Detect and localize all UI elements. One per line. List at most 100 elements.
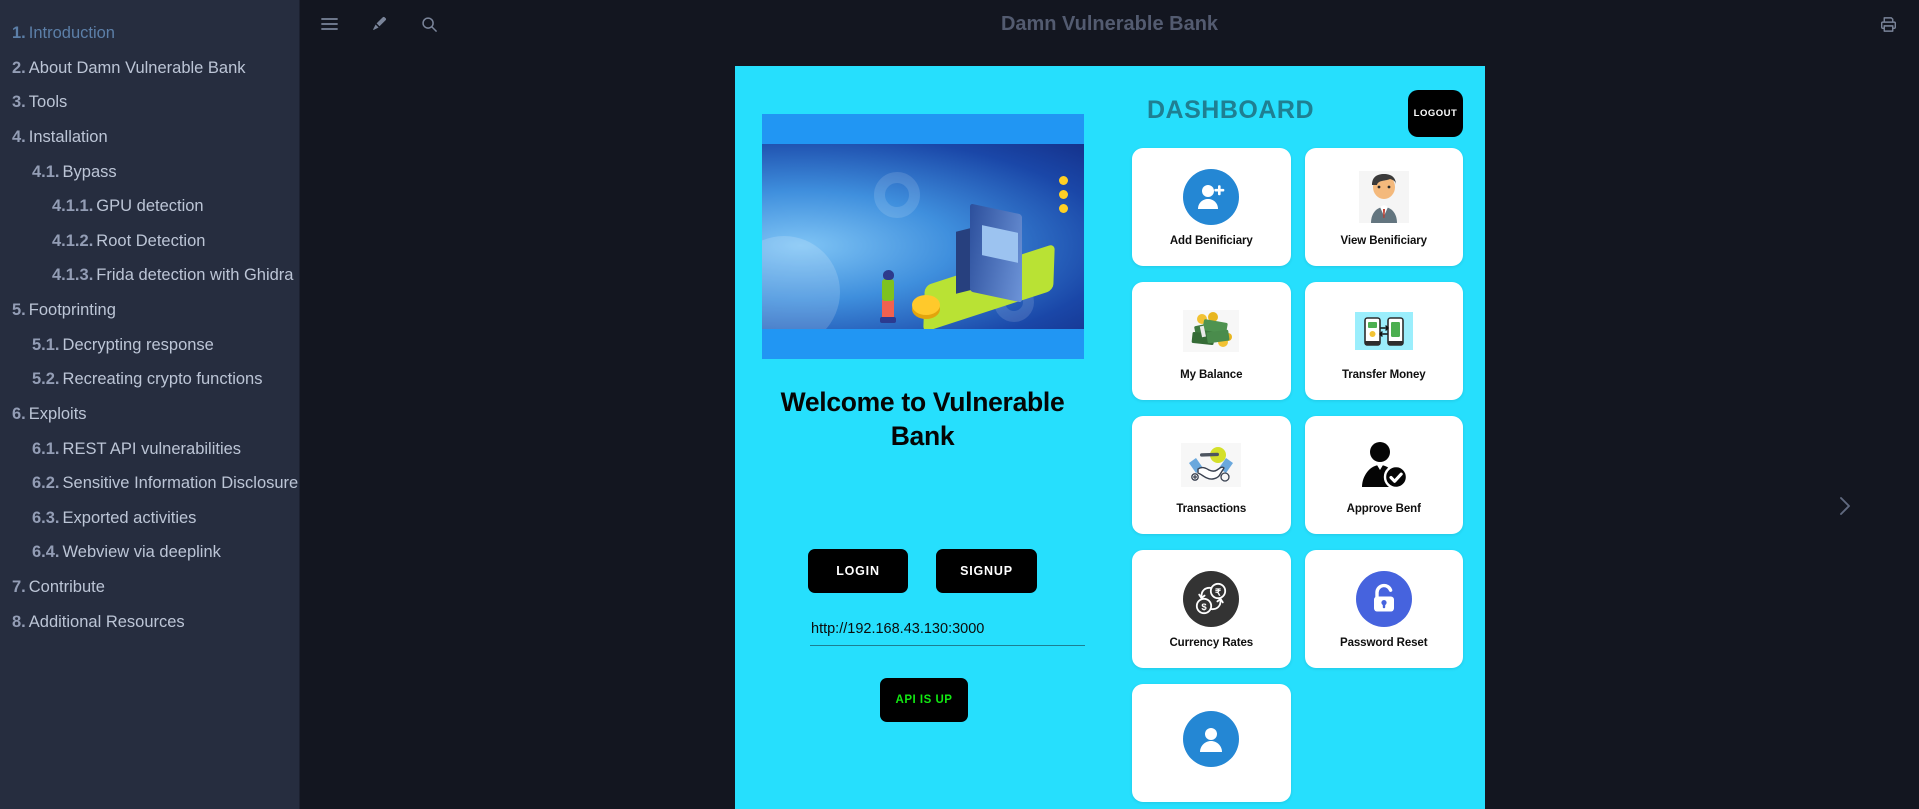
sidebar-item-root-detection[interactable]: 4.1.2. Root Detection <box>0 224 299 259</box>
sidebar-item-label: Webview via deeplink <box>62 543 221 562</box>
auth-button-row: LOGIN SIGNUP <box>735 549 1110 593</box>
card-transactions[interactable]: Transactions <box>1132 416 1291 534</box>
card-view-benificiary[interactable]: View Benificiary <box>1304 148 1463 266</box>
decor-blob <box>762 236 840 329</box>
sidebar-item-label: Installation <box>28 127 108 146</box>
sidebar-item-number: 7. <box>12 578 26 596</box>
page-title: Damn Vulnerable Bank <box>1000 13 1219 35</box>
api-url-field-wrapper <box>810 619 1085 646</box>
person-head <box>883 270 894 280</box>
profile-icon <box>1181 709 1241 769</box>
sidebar-item-footprinting[interactable]: 5. Footprinting <box>0 293 299 328</box>
print-icon[interactable] <box>1873 9 1903 39</box>
sidebar-item-number: 6.2. <box>32 474 60 493</box>
sidebar-item-label: Exploits <box>28 404 87 423</box>
next-chapter-arrow[interactable] <box>1825 486 1865 526</box>
search-icon[interactable] <box>414 9 444 39</box>
card-label: My Balance <box>1180 369 1243 381</box>
sidebar-item-label: Introduction <box>28 24 115 42</box>
sidebar-item-number: 4.1.2. <box>52 231 94 250</box>
handshake-icon <box>1181 435 1242 495</box>
card-label: Approve Benf <box>1346 503 1421 515</box>
sidebar-chapter-list: 1. Introduction 2. About Damn Vulnerable Ba… <box>0 16 299 639</box>
sidebar-item-decrypting-response[interactable]: 5.1. Decrypting response <box>0 328 299 363</box>
signup-button[interactable]: SIGNUP <box>936 549 1037 593</box>
sidebar[interactable]: 1. Introduction 2. About Damn Vulnerable Ba… <box>0 0 300 809</box>
sidebar-item-number: 8. <box>12 612 26 631</box>
menu-bar: Damn Vulnerable Bank <box>300 0 1919 48</box>
person-shoes <box>880 317 896 323</box>
sidebar-item-about-damn-vulnerable-bank[interactable]: 2. About Damn Vulnerable Bank <box>0 51 299 86</box>
sidebar-item-contribute[interactable]: 7. Contribute <box>0 570 299 605</box>
card-label: Currency Rates <box>1169 637 1254 649</box>
sidebar-item-number: 4.1.3. <box>52 266 94 285</box>
sidebar-item-frida-detection-with-ghidra[interactable]: 4.1.3. Frida detection with Ghidra <box>0 258 299 293</box>
unlock-icon <box>1354 569 1414 629</box>
sidebar-item-number: 1. <box>12 24 26 42</box>
app-screenshots: Welcome to Vulnerable Bank LOGIN SIGNUP … <box>735 66 1485 809</box>
sidebar-item-rest-api-vulnerabilities[interactable]: 6.1. REST API vulnerabilities <box>0 432 299 467</box>
card-label: Transfer Money <box>1341 369 1426 381</box>
sidebar-item-bypass[interactable]: 4.1. Bypass <box>0 155 299 190</box>
sidebar-item-label: Decrypting response <box>62 335 214 354</box>
add-user-icon <box>1181 167 1241 227</box>
menu-bar-right-buttons <box>1873 9 1903 39</box>
currency-exchange-icon: ₹ $ <box>1181 569 1241 629</box>
sidebar-item-number: 4.1.1. <box>52 197 94 216</box>
card-add-benificiary[interactable]: Add Benificiary <box>1132 148 1291 266</box>
sidebar-item-tools[interactable]: 3. Tools <box>0 85 299 120</box>
sidebar-item-exported-activities[interactable]: 6.3. Exported activities <box>0 501 299 536</box>
sidebar-item-label: Recreating crypto functions <box>62 370 263 389</box>
card-label: Add Benificiary <box>1169 235 1253 247</box>
api-url-input[interactable] <box>810 619 1085 646</box>
sidebar-item-label: Tools <box>28 93 68 112</box>
sidebar-item-label: Footprinting <box>28 301 116 319</box>
sidebar-item-gpu-detection[interactable]: 4.1.1. GPU detection <box>0 189 299 224</box>
sidebar-item-number: 5.2. <box>32 370 60 389</box>
sidebar-item-label: Additional Resources <box>28 612 185 631</box>
money-stack-icon <box>1181 301 1241 361</box>
card-partial-bottom[interactable] <box>1132 684 1291 802</box>
sidebar-item-additional-resources[interactable]: 8. Additional Resources <box>0 605 299 640</box>
sidebar-item-label: REST API vulnerabilities <box>62 439 242 458</box>
sidebar-item-number: 3. <box>12 93 26 112</box>
sidebar-item-label: Contribute <box>28 578 105 596</box>
card-password-reset[interactable]: Password Reset <box>1304 550 1463 668</box>
sidebar-toggle-icon[interactable] <box>314 9 344 39</box>
decor-ring-1 <box>874 172 920 218</box>
sidebar-item-number: 4.1. <box>32 162 60 181</box>
page-wrapper: Damn Vulnerable Bank Welcome to Vulnerab… <box>300 0 1919 809</box>
card-currency-rates[interactable]: ₹ $ Currency Rates <box>1132 550 1291 668</box>
card-approve-benf[interactable]: Approve Benf <box>1304 416 1463 534</box>
sidebar-item-webview-via-deeplink[interactable]: 6.4. Webview via deeplink <box>0 535 299 570</box>
sidebar-item-recreating-crypto-functions[interactable]: 5.2. Recreating crypto functions <box>0 362 299 397</box>
gold-coin-icon <box>912 295 940 315</box>
sidebar-item-installation[interactable]: 4. Installation <box>0 120 299 155</box>
sidebar-item-number: 6.3. <box>32 508 60 527</box>
card-label: View Benificiary <box>1340 235 1428 247</box>
welcome-title: Welcome to Vulnerable Bank <box>780 387 1065 451</box>
sidebar-item-exploits[interactable]: 6. Exploits <box>0 397 299 432</box>
dashboard-title: DASHBOARD <box>1147 96 1314 124</box>
dashboard-header: DASHBOARD LOGOUT <box>1110 84 1485 146</box>
sidebar-item-number: 4. <box>12 127 26 146</box>
logout-button[interactable]: LOGOUT <box>1408 90 1463 137</box>
dashboard-screen: DASHBOARD LOGOUT Add Benificiary View Be… <box>1110 66 1485 809</box>
sidebar-item-label: Root Detection <box>96 231 206 250</box>
sidebar-item-number: 5.1. <box>32 335 60 354</box>
welcome-screen: Welcome to Vulnerable Bank LOGIN SIGNUP … <box>735 66 1110 809</box>
card-transfer-money[interactable]: Transfer Money <box>1304 282 1463 400</box>
sidebar-item-label: Bypass <box>62 162 117 181</box>
card-my-balance[interactable]: My Balance <box>1132 282 1291 400</box>
person-legs <box>882 299 894 319</box>
api-status-button[interactable]: API IS UP <box>880 678 968 722</box>
sidebar-item-label: GPU detection <box>96 197 204 216</box>
card-label: Password Reset <box>1340 637 1428 649</box>
sidebar-item-introduction[interactable]: 1. Introduction <box>0 16 299 51</box>
sidebar-item-number: 6.1. <box>32 439 60 458</box>
sidebar-item-label: About Damn Vulnerable Bank <box>28 58 246 77</box>
theme-paintbrush-icon[interactable] <box>364 9 394 39</box>
sidebar-item-sensitive-information-disclosure[interactable]: 6.2. Sensitive Information Disclosure <box>0 466 299 501</box>
sidebar-item-label: Exported activities <box>62 508 197 527</box>
login-button[interactable]: LOGIN <box>808 549 908 593</box>
